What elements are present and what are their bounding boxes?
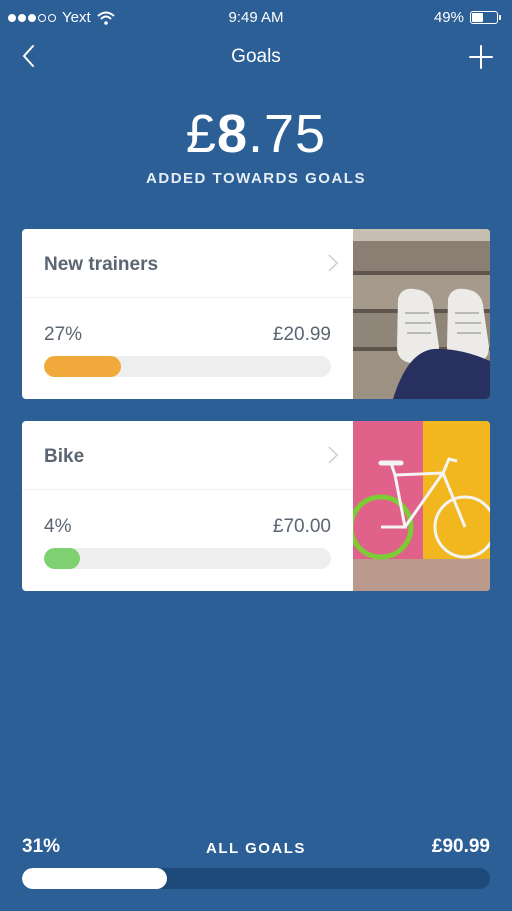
goal-card-new-trainers[interactable]: New trainers 27% £20.99	[22, 229, 490, 399]
battery-icon	[470, 11, 501, 24]
goal-card-bike[interactable]: Bike 4% £70.00	[22, 421, 490, 591]
total-label: ADDED TOWARDS GOALS	[146, 170, 366, 187]
page-title: Goals	[231, 46, 281, 67]
status-bar: Yext 9:49 AM 49%	[0, 0, 512, 36]
goal-title: Bike	[44, 446, 85, 467]
all-goals-label: ALL GOALS	[206, 840, 306, 857]
goal-percent: 4%	[44, 516, 72, 537]
all-goals-progress-bar	[22, 868, 490, 889]
goal-percent: 27%	[44, 324, 83, 345]
status-right: 49%	[433, 9, 501, 26]
goal-amount: £20.99	[272, 324, 331, 345]
all-goals-progress-fill	[22, 868, 168, 889]
goal-title: New trainers	[44, 254, 159, 275]
add-goal-button[interactable]	[468, 44, 494, 70]
goal-progress-fill	[44, 548, 80, 569]
goal-progress-fill	[44, 356, 122, 377]
savings-summary: £8.75 ADDED TOWARDS GOALS	[0, 104, 512, 187]
chevron-right-icon	[328, 254, 339, 272]
all-goals-amount: £90.99	[431, 836, 490, 857]
battery-percent: 49%	[433, 9, 464, 26]
chevron-right-icon	[328, 446, 339, 464]
divider	[22, 489, 353, 490]
nav-bar: Goals	[0, 36, 512, 76]
divider	[22, 297, 353, 298]
total-amount: £8.75	[185, 104, 327, 164]
goal-progress-bar	[44, 356, 331, 377]
goal-card-details: Bike 4% £70.00	[22, 421, 353, 591]
goal-amount: £70.00	[272, 516, 331, 537]
bicycle-image	[353, 421, 490, 591]
goal-card-details: New trainers 27% £20.99	[22, 229, 353, 399]
goal-progress-bar	[44, 548, 331, 569]
sneakers-image	[353, 229, 490, 399]
